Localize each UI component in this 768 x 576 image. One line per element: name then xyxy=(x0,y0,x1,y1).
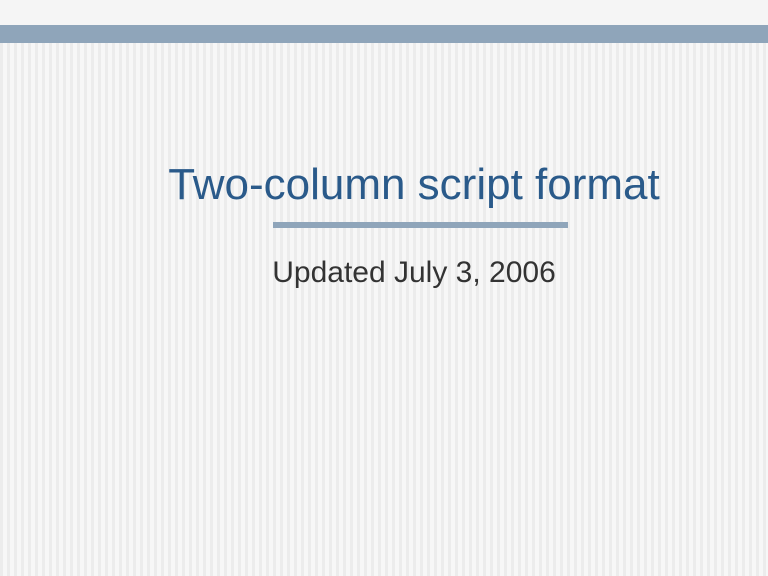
slide-content: Two-column script format Updated July 3,… xyxy=(0,0,768,576)
slide-subtitle: Updated July 3, 2006 xyxy=(0,256,768,290)
slide-title: Two-column script format xyxy=(0,160,768,210)
title-underline xyxy=(273,222,568,228)
